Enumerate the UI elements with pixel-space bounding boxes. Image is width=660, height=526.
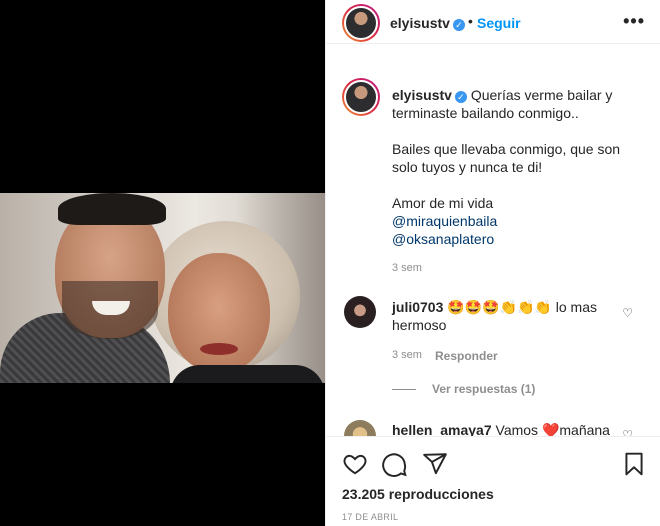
commenter-username[interactable]: hellen_amaya7 xyxy=(392,422,492,436)
verified-badge-icon: ✓ xyxy=(452,19,465,31)
author-avatar[interactable] xyxy=(342,4,380,42)
view-replies-button[interactable]: Ver respuestas (1) xyxy=(392,382,535,396)
more-options-icon[interactable]: ••• xyxy=(623,12,645,30)
reply-button[interactable]: Responder xyxy=(435,349,498,363)
views-count[interactable]: 23.205 reproducciones xyxy=(342,486,494,502)
heart-icon[interactable] xyxy=(342,451,368,477)
comment-like-heart-icon[interactable]: ♡ xyxy=(622,306,633,320)
verified-badge-icon: ✓ xyxy=(454,91,467,103)
commenter-username[interactable]: juli0703 xyxy=(392,299,443,315)
caption-timestamp[interactable]: 3 sem xyxy=(392,262,422,274)
post-date[interactable]: 17 DE ABRIL xyxy=(342,512,398,522)
follow-button[interactable]: Seguir xyxy=(477,15,521,31)
post-actions: 23.205 reproducciones 17 DE ABRIL xyxy=(326,436,660,526)
comments-list[interactable]: elyisustv ✓ Querías verme bailar y termin… xyxy=(326,44,660,436)
caption-text-line3: Amor de mi vida xyxy=(392,195,494,211)
commenter-avatar[interactable] xyxy=(344,420,376,436)
post-panel: elyisustv ✓ • Seguir ••• elyisustv ✓ Querí… xyxy=(325,0,660,526)
separator-dot: • xyxy=(468,13,473,29)
caption-text-line2: Bailes que llevaba conmigo, que son solo… xyxy=(392,141,621,175)
author-username[interactable]: elyisustv ✓ xyxy=(390,15,465,31)
commenter-avatar[interactable] xyxy=(344,296,376,328)
bookmark-icon[interactable] xyxy=(621,451,647,477)
caption-avatar[interactable] xyxy=(342,78,380,116)
comment-like-heart-icon[interactable]: ♡ xyxy=(622,428,633,436)
post-header: elyisustv ✓ • Seguir ••• xyxy=(326,0,660,44)
post-media[interactable] xyxy=(0,0,325,526)
comment-timestamp[interactable]: 3 sem xyxy=(392,349,422,361)
mention-link-miraquienbaila[interactable]: @miraquienbaila xyxy=(392,212,647,230)
comment-icon[interactable] xyxy=(382,451,408,477)
post-photo xyxy=(0,193,325,383)
mention-link-oksanaplatero[interactable]: @oksanaplatero xyxy=(392,230,647,248)
paper-plane-icon[interactable] xyxy=(422,451,448,477)
comment-text: Vamos ❤️mañana xyxy=(495,422,610,436)
caption-username[interactable]: elyisustv ✓ xyxy=(392,87,467,103)
